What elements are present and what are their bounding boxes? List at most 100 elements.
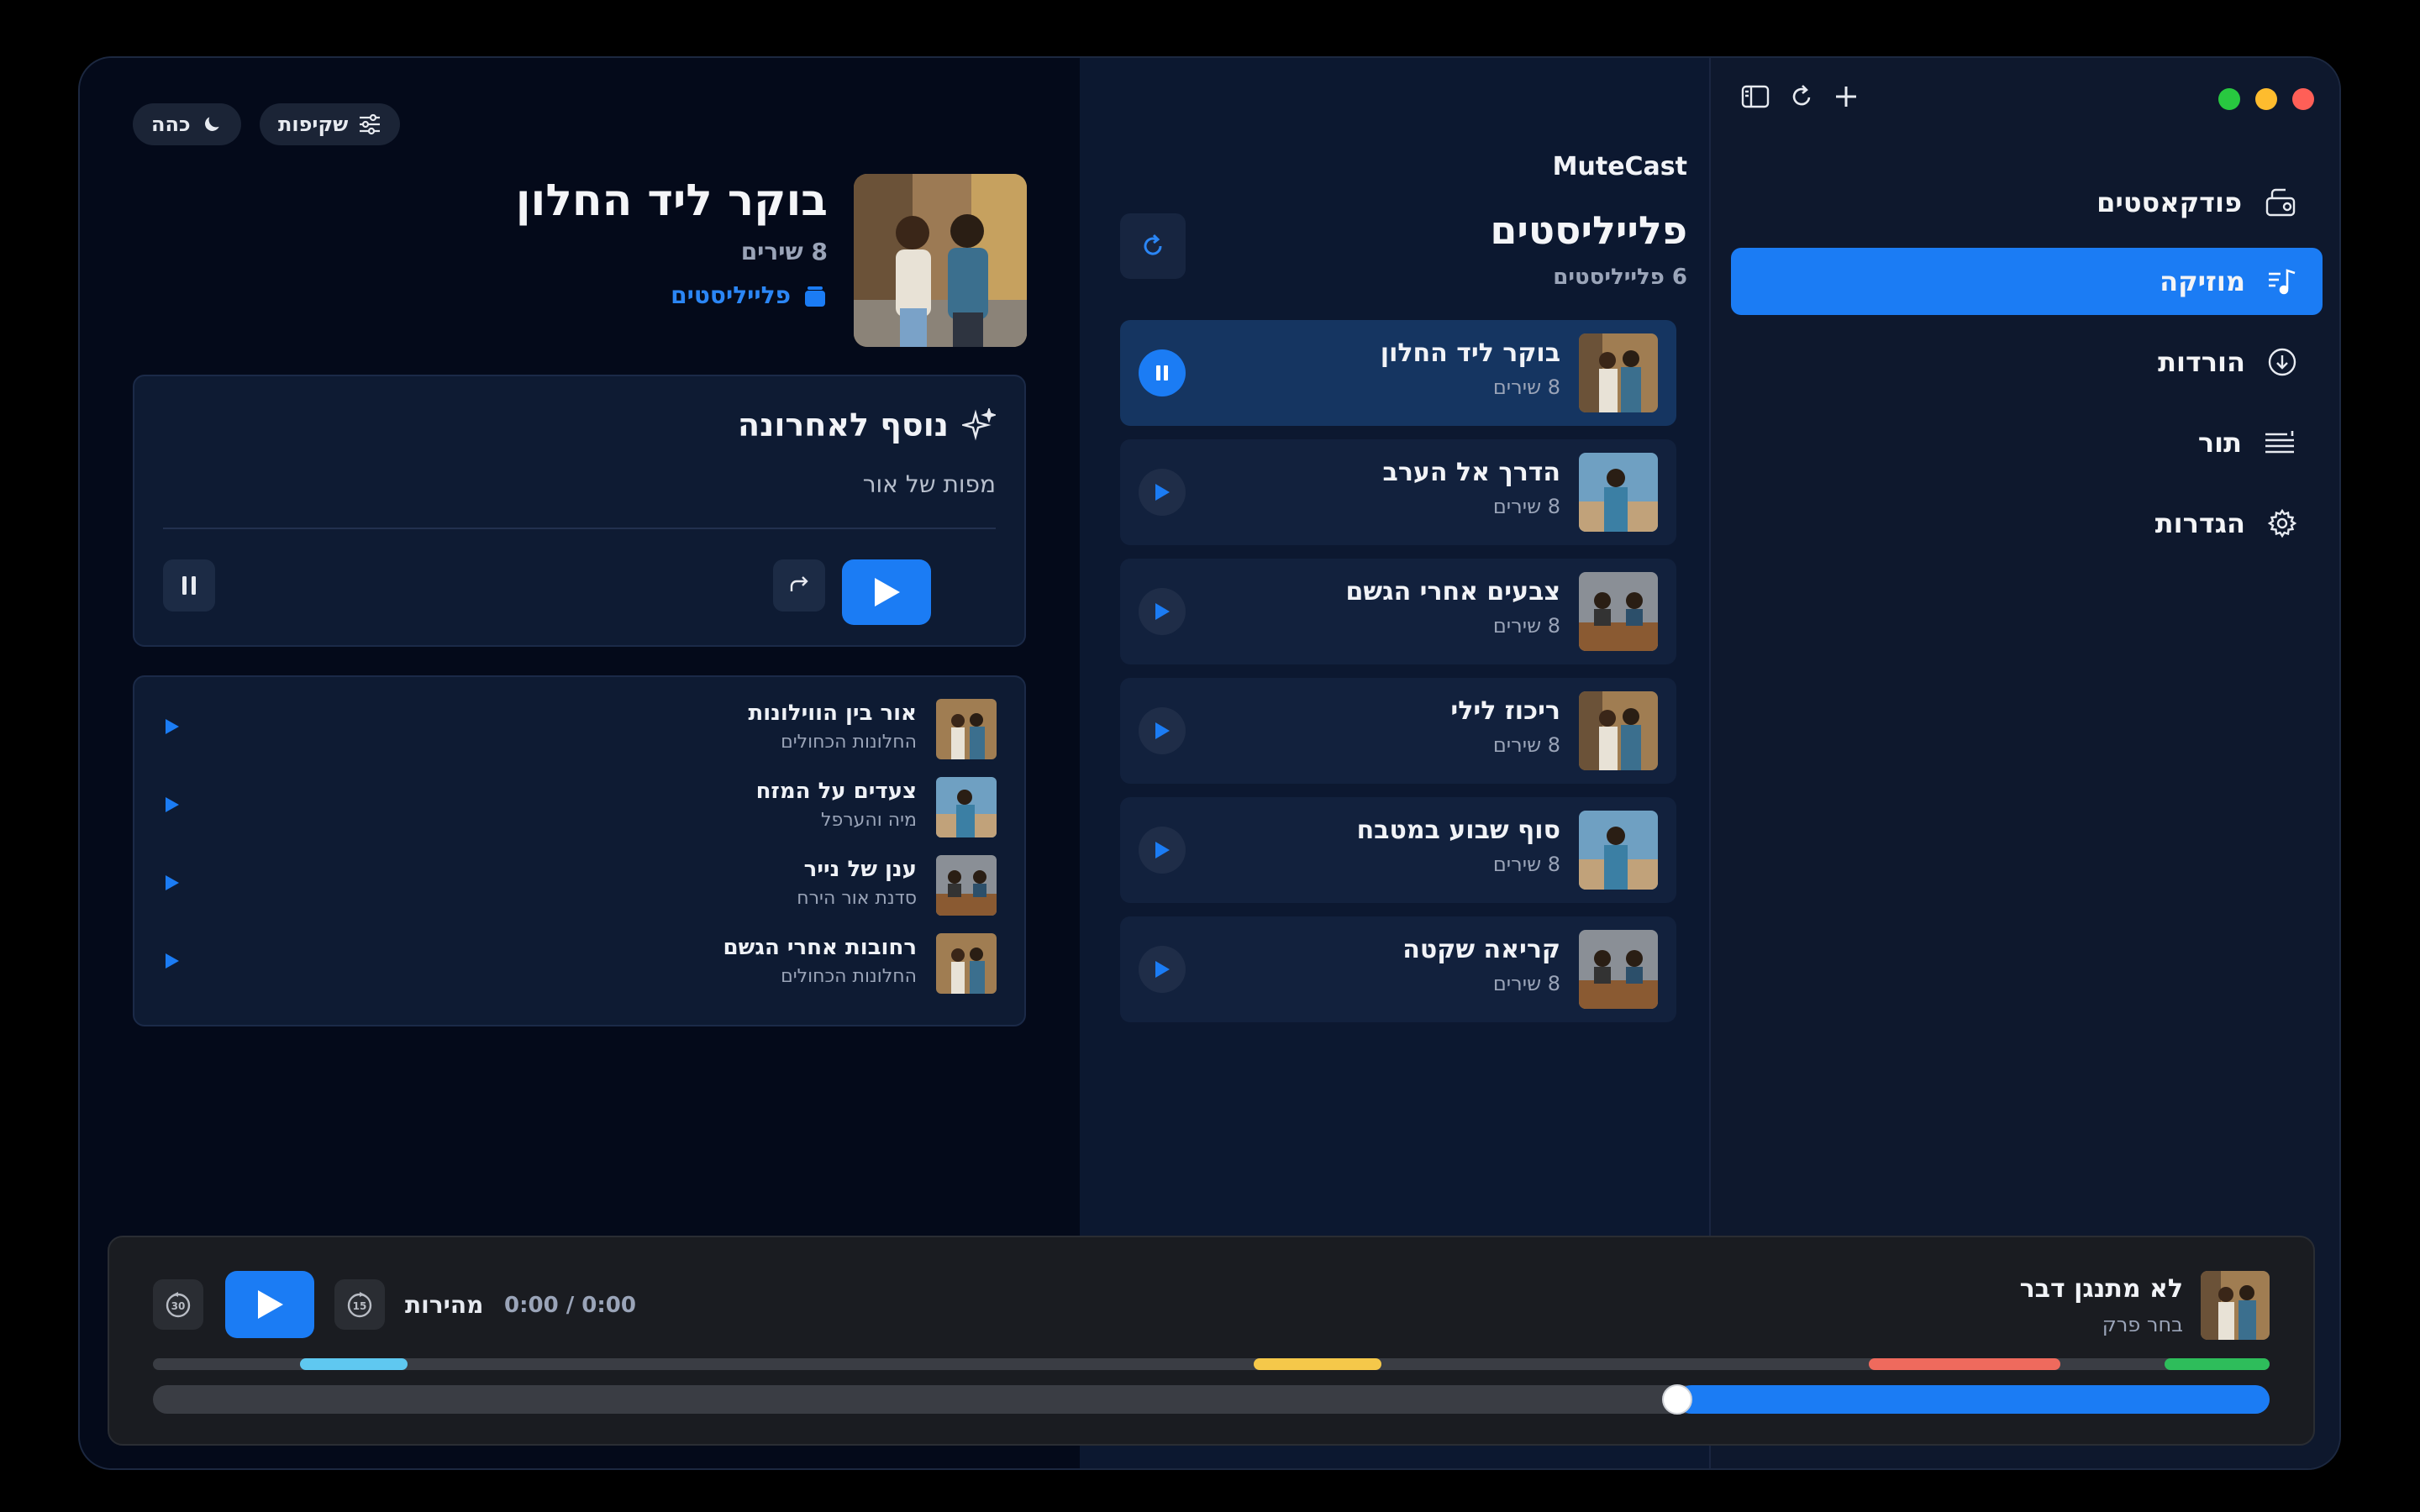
transparency-toggle[interactable]: שקיפות [260, 103, 401, 145]
chapter-segment[interactable] [2165, 1358, 2270, 1370]
play-icon[interactable] [164, 717, 181, 736]
svg-text:30: 30 [171, 1300, 186, 1312]
pause-button[interactable] [163, 559, 215, 612]
sidebar-item-downloads[interactable]: הורדות [1731, 328, 2323, 396]
track-artwork [936, 699, 997, 759]
playlist-card-2[interactable]: צבעים אחרי הגשם 8 שירים [1120, 559, 1676, 664]
playlist-song-count: 8 שירים [1492, 495, 1560, 518]
playlists-link-label: פלייליסטים [671, 281, 791, 309]
recently-added-card: נוסף לאחרונה מפות של אור [133, 375, 1026, 647]
playlist-title: בוקר ליד החלון [1380, 339, 1560, 368]
minimize-button[interactable] [2218, 88, 2240, 110]
track-row[interactable]: צעדים על המזח מיה והערפל [134, 764, 1024, 839]
speed-button[interactable]: מהירות [405, 1291, 483, 1319]
divider [163, 528, 996, 529]
track-row[interactable]: רחובות אחרי הגשם החלונות הכחולים [134, 920, 1024, 995]
playlist-card-0[interactable]: בוקר ליד החלון 8 שירים [1120, 320, 1676, 426]
playlist-card-1[interactable]: הדרך אל הערב 8 שירים [1120, 439, 1676, 545]
rewind-icon: 30 [163, 1289, 193, 1320]
track-artwork [936, 933, 997, 994]
track-row[interactable]: ענן של נייר סדנת אור הירח [134, 842, 1024, 917]
podcast-icon [2264, 186, 2297, 218]
playlists-link[interactable]: פלייליסטים [671, 281, 828, 309]
sidebar-toolbar [1741, 83, 1859, 110]
playlist-play-button[interactable] [1139, 827, 1186, 874]
play-button[interactable] [842, 559, 931, 625]
repeat-button[interactable] [773, 559, 825, 612]
sidebar-item-label: הגדרות [2154, 507, 2245, 539]
playlist-song-count: 8 שירים [1492, 853, 1560, 876]
redo-icon [786, 573, 812, 598]
plus-icon[interactable] [1833, 84, 1859, 109]
progress-fill [1677, 1385, 2270, 1414]
play-icon [1153, 721, 1171, 741]
close-button[interactable] [2292, 88, 2314, 110]
play-icon [255, 1288, 285, 1321]
playlist-artwork [1579, 453, 1658, 532]
sidebar-item-label: תור [2197, 427, 2242, 459]
track-artist: סדנת אור הירח [797, 888, 917, 909]
play-icon[interactable] [164, 952, 181, 970]
sidebar-item-music[interactable]: מוזיקה [1731, 248, 2323, 315]
playlist-card-5[interactable]: קריאה שקטה 8 שירים [1120, 916, 1676, 1022]
playlist-artwork [1579, 691, 1658, 770]
music-note-icon [2267, 267, 2297, 296]
track-artist: החלונות הכחולים [781, 966, 917, 987]
playlist-play-button[interactable] [1139, 946, 1186, 993]
playlist-title: קריאה שקטה [1402, 935, 1560, 964]
gear-icon [2267, 508, 2297, 538]
progress-knob[interactable] [1662, 1384, 1692, 1415]
skip-back-button[interactable]: 30 [153, 1279, 203, 1330]
sidebar-item-label: פודקאסטים [2096, 186, 2242, 218]
window-controls [2218, 88, 2314, 110]
playlist-play-button[interactable] [1139, 707, 1186, 754]
playlist-play-button[interactable] [1139, 588, 1186, 635]
refresh-playlists-button[interactable] [1120, 213, 1186, 279]
track-artwork [936, 855, 997, 916]
sidebar-item-settings[interactable]: הגדרות [1731, 490, 2323, 557]
playlist-title: סוף שבוע במטבח [1356, 816, 1560, 845]
play-icon[interactable] [164, 874, 181, 892]
chapters-bar [153, 1358, 2270, 1370]
track-artwork [936, 777, 997, 837]
chapter-segment[interactable] [1254, 1358, 1381, 1370]
sidebar-icon[interactable] [1741, 85, 1770, 108]
sidebar-item-label: הורדות [2158, 346, 2245, 378]
track-artist: החלונות הכחולים [781, 732, 917, 753]
sidebar-item-podcasts[interactable]: פודקאסטים [1731, 169, 2323, 236]
recent-subtitle: מפות של אור [862, 470, 996, 498]
progress-slider[interactable] [153, 1384, 2270, 1415]
playlist-card-3[interactable]: ריכוז לילי 8 שירים [1120, 678, 1676, 784]
playlist-song-count: 8 שירים [1492, 375, 1560, 399]
chapter-segment[interactable] [1869, 1358, 2060, 1370]
zoom-button[interactable] [2255, 88, 2277, 110]
transparency-label: שקיפות [278, 113, 349, 136]
time-display: 0:00 / 0:00 [504, 1293, 636, 1318]
playlist-card-4[interactable]: סוף שבוע במטבח 8 שירים [1120, 797, 1676, 903]
theme-label: כהה [151, 113, 191, 136]
track-title: אור בין הווילונות [748, 701, 917, 726]
player-play-button[interactable] [225, 1271, 314, 1338]
playlist-song-count: 8 שירים [1492, 614, 1560, 638]
play-icon [1153, 482, 1171, 502]
stack-icon [802, 283, 828, 308]
now-playing-artwork [2201, 1271, 2270, 1340]
refresh-icon [1139, 232, 1167, 260]
chapter-segment[interactable] [300, 1358, 408, 1370]
playlist-title: צבעים אחרי הגשם [1345, 577, 1560, 606]
track-title: רחובות אחרי הגשם [723, 935, 917, 960]
player-bar: לא מתנגן דבר בחר פרק 30 15 מהירות 0:00 /… [108, 1236, 2315, 1446]
now-playing-title: לא מתנגן דבר [2019, 1274, 2183, 1304]
playlist-pause-button[interactable] [1139, 349, 1186, 396]
refresh-icon[interactable] [1788, 83, 1815, 110]
playlist-artwork [1579, 811, 1658, 890]
skip-forward-button[interactable]: 15 [334, 1279, 385, 1330]
sidebar-item-queue[interactable]: תור [1731, 409, 2323, 476]
track-row[interactable]: אור בין הווילונות החלונות הכחולים [134, 685, 1024, 761]
play-icon[interactable] [164, 795, 181, 814]
theme-toggle[interactable]: כהה [133, 103, 241, 145]
track-title: צעדים על המזח [755, 779, 917, 804]
play-icon [1153, 840, 1171, 860]
playlist-play-button[interactable] [1139, 469, 1186, 516]
playlist-title: ריכוז לילי [1450, 696, 1560, 726]
